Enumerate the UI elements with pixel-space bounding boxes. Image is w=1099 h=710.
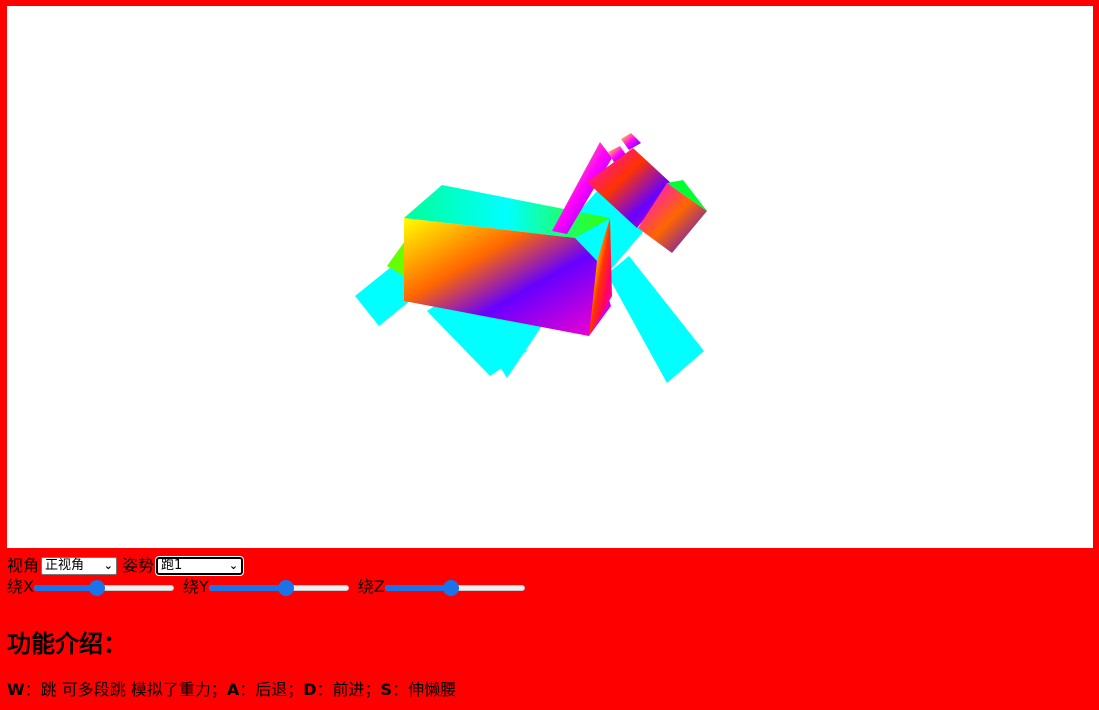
rot-x-slider[interactable] <box>33 579 174 596</box>
rot-x-label: 绕X <box>7 577 34 596</box>
key-w-text: ：跳 可多段跳 模拟了重力； <box>24 680 227 699</box>
rot-y-label: 绕Y <box>182 577 209 596</box>
slider-thumb[interactable] <box>442 580 459 596</box>
view-label: 视角 <box>7 555 40 575</box>
pose-label: 姿势 <box>122 555 155 575</box>
slider-thumb[interactable] <box>88 580 105 596</box>
view-select[interactable]: 正视角 ⌄ <box>41 556 118 575</box>
key-d: D <box>303 680 317 699</box>
rot-z-label: 绕Z <box>357 577 385 596</box>
chevron-down-icon: ⌄ <box>103 558 114 572</box>
intro-description: W：跳 可多段跳 模拟了重力；A：后退；D：前进；S：伸懒腰 <box>7 680 456 700</box>
key-s: S <box>380 680 393 699</box>
ear-2 <box>621 133 641 150</box>
intro-heading: 功能介绍： <box>7 630 127 658</box>
key-s-text: ：伸懒腰 <box>392 680 457 699</box>
rot-z-slider[interactable] <box>384 579 525 596</box>
pose-select[interactable]: 跑1 ⌄ <box>155 555 245 576</box>
slider-thumb[interactable] <box>277 580 294 596</box>
rot-y-slider[interactable] <box>208 579 349 596</box>
render-canvas[interactable] <box>7 6 1093 548</box>
view-select-value: 正视角 <box>45 557 85 573</box>
front-leg-front <box>607 256 704 383</box>
pose-select-value: 跑1 <box>161 557 183 573</box>
control-panel: 视角 正视角 ⌄ 姿势 跑1 ⌄ 绕X 绕Y 绕Z <box>7 555 534 598</box>
horse-model <box>355 133 707 383</box>
key-a-text: ：后退； <box>239 680 304 699</box>
key-a: A <box>226 680 240 699</box>
key-w: W <box>7 680 25 699</box>
chevron-down-icon: ⌄ <box>228 558 239 572</box>
key-d-text: ：前进； <box>316 680 381 699</box>
